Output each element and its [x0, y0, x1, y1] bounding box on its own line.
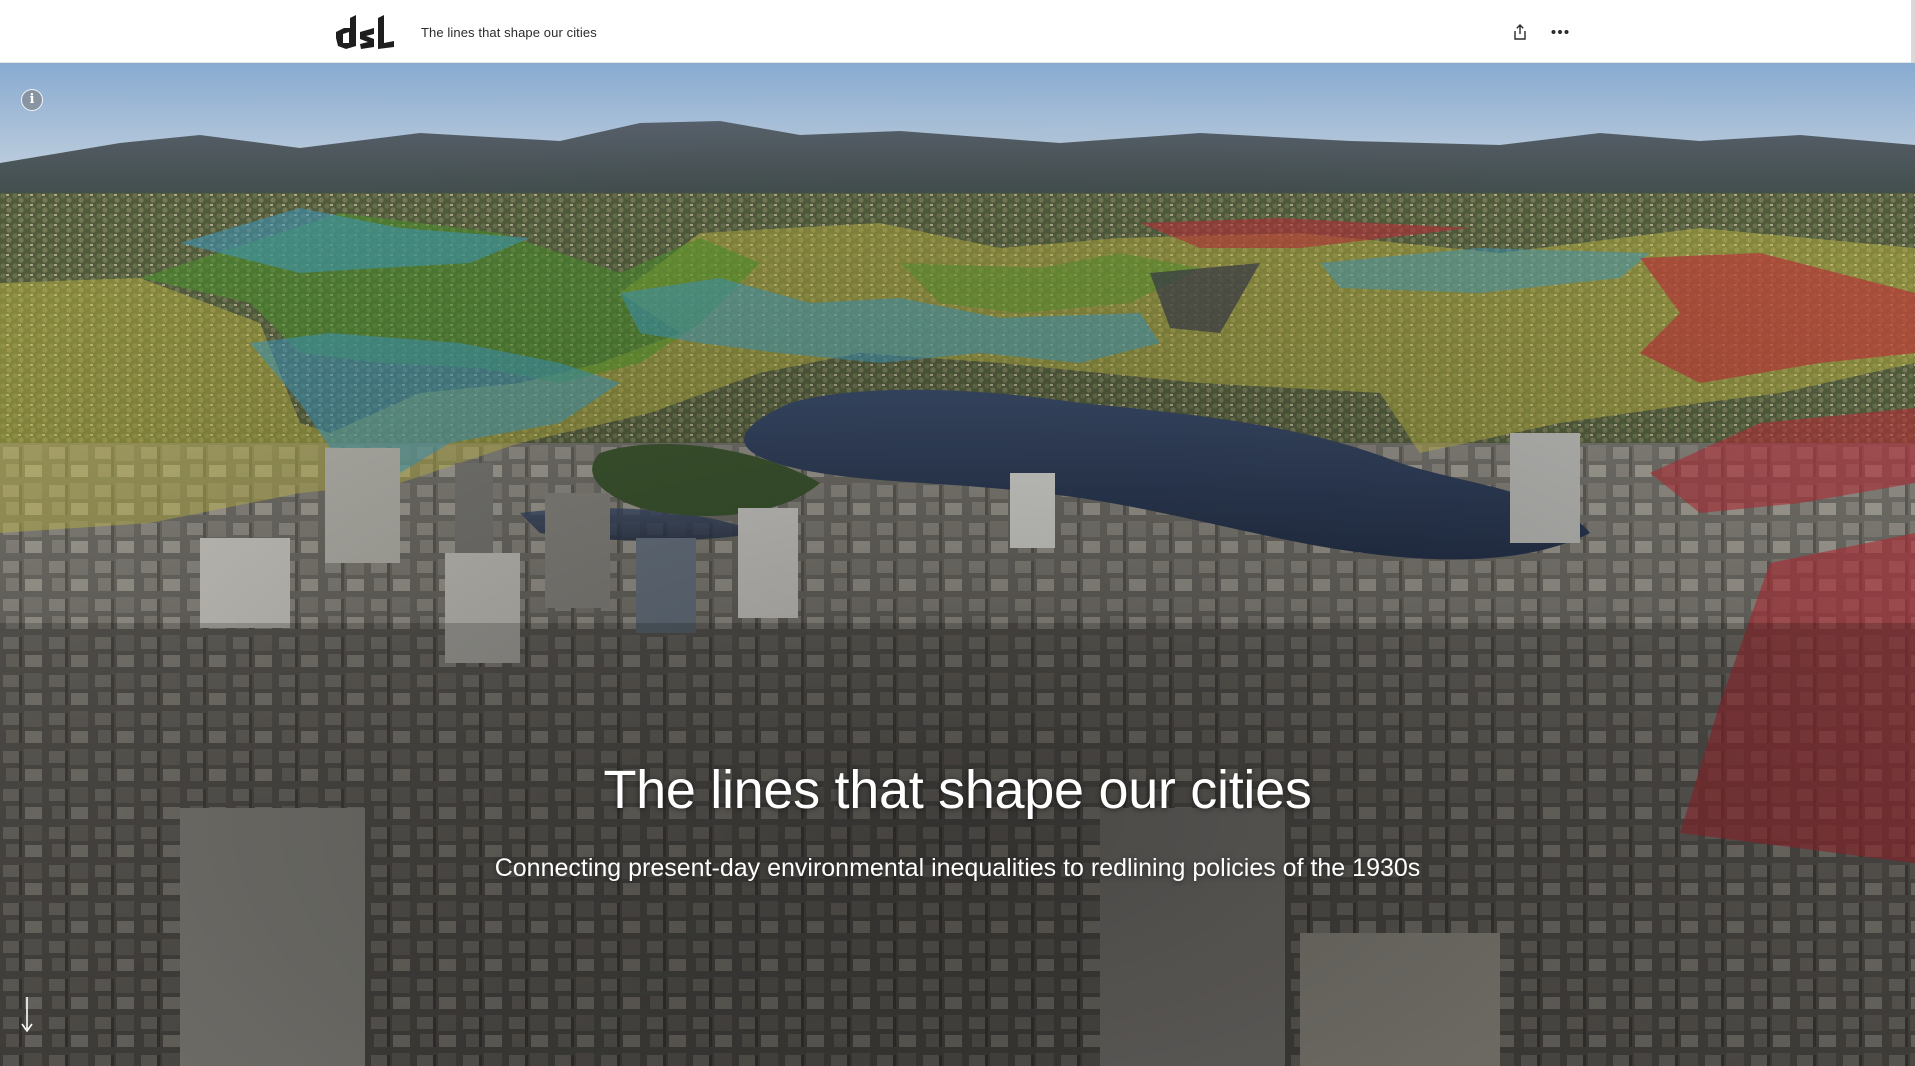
hero-subtitle: Connecting present-day environmental ine… [494, 854, 1421, 882]
more-options-button[interactable] [1546, 18, 1574, 46]
app-header: The lines that shape our cities [0, 0, 1915, 63]
info-button[interactable]: i [21, 89, 43, 111]
header-title: The lines that shape our cities [421, 24, 597, 40]
brand[interactable]: The lines that shape our cities [334, 13, 597, 51]
hero-title: The lines that shape our cities [603, 760, 1312, 820]
hero-section: i The lines that shape our cities Connec… [0, 63, 1915, 1066]
header-actions [1506, 18, 1574, 46]
share-button[interactable] [1506, 18, 1534, 46]
share-icon [1514, 24, 1526, 40]
hero-aerial-image [0, 63, 1915, 1066]
scrollbar-edge [1911, 0, 1915, 63]
more-horizontal-icon [1551, 30, 1569, 34]
arrow-down-icon[interactable] [19, 995, 35, 1035]
dsl-logo [336, 15, 394, 49]
